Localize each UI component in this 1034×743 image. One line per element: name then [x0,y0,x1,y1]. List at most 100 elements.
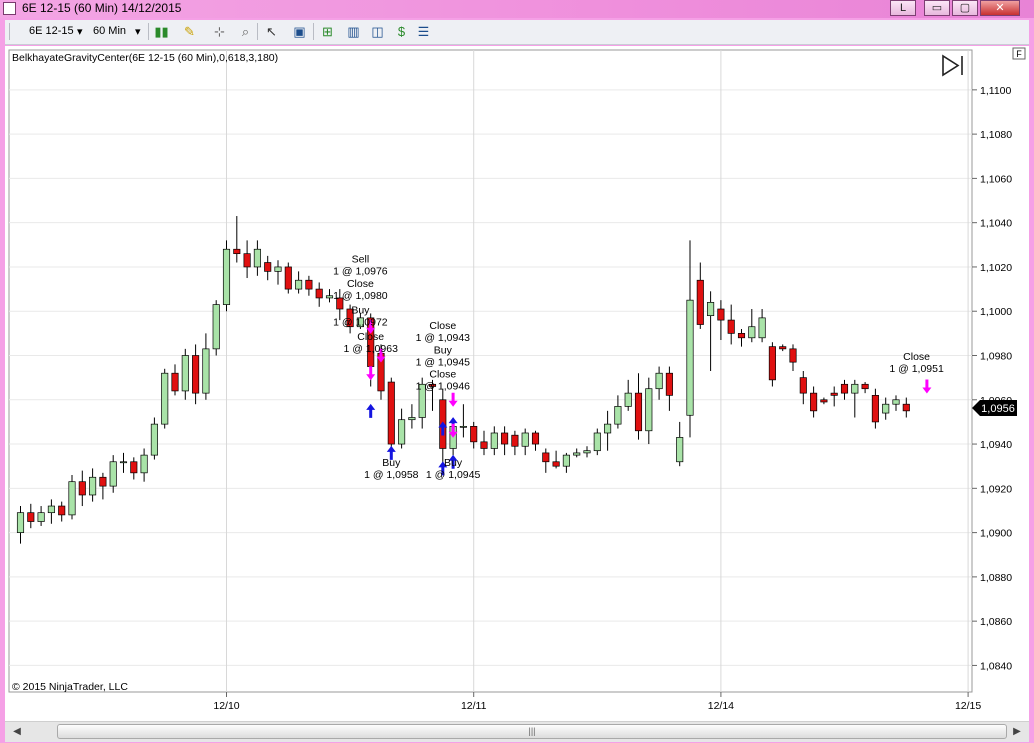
app-icon [3,2,16,15]
candle-body [573,452,581,456]
chart-panel[interactable]: 1,0840 1,0860 1,0880 1,0900 1,0920 1,0940 1,09… [5,46,1029,721]
candle-body [871,395,879,423]
candle-body [181,355,189,392]
pointer-icon[interactable]: ↖ [263,23,280,40]
x-axis: 12/10 12/11 12/14 12/15 [213,692,981,712]
candle-body [305,279,313,290]
candle-body [614,406,622,425]
toolbar-separator [148,23,149,40]
y-tick-label: 1,1000 [980,306,1012,318]
candle-body [192,355,200,394]
dollar-icon[interactable]: $ [393,23,410,40]
trade-annotation: 1 @ 1,0946 [416,381,471,393]
candle-body [624,392,632,407]
candle-body [892,399,900,405]
trade-annotation: Buy [444,457,463,469]
candle-body [387,381,395,445]
window-title: 6E 12-15 (60 Min) 14/12/2015 [22,1,182,15]
candle-body [99,476,107,487]
candle-body [253,248,261,268]
candle-body [212,304,220,350]
x-tick-label: 12/14 [708,700,734,712]
minimize-button[interactable]: ▭ [924,0,950,16]
copyright-label: © 2015 NinjaTrader, LLC [12,681,128,693]
bar-type-icon[interactable]: ▮▮ [153,23,170,40]
candle-body [789,348,797,363]
data-box-icon[interactable]: ▣ [291,23,308,40]
y-tick-label: 1,1020 [980,262,1012,274]
trade-annotation: 1 @ 1,0976 [333,266,388,278]
candle-body [542,452,550,463]
candle-up [212,300,220,356]
properties-icon[interactable]: ☰ [415,23,432,40]
scroll-right-icon[interactable]: ▶ [1009,724,1025,740]
trade-annotation: 1 @ 1,0958 [364,469,419,481]
trade-annotation: 1 @ 1,0945 [426,469,481,481]
candle-up [222,240,231,312]
candle-body [284,266,292,290]
trade-annotation: Close [903,351,930,363]
trade-annotation: Buy [382,457,401,469]
y-tick-label: 1,0860 [980,616,1012,628]
candle-body [264,262,272,272]
indicators-icon[interactable]: ▥ [345,23,362,40]
candle-up [150,417,158,460]
candle-body [676,437,684,463]
horizontal-scrollbar[interactable]: ◀ ||| ▶ [5,721,1029,742]
toolbar-separator [313,23,314,40]
y-tick-label: 1,0940 [980,439,1012,451]
indicator-label: BelkhayateGravityCenter(6E 12-15 (60 Min… [12,52,278,64]
candle-body [851,383,859,394]
interval-selector[interactable]: 60 Min [93,25,126,37]
strategies-icon[interactable]: ◫ [369,23,386,40]
candle-body [531,432,540,445]
price-chart[interactable]: 1,0840 1,0860 1,0880 1,0900 1,0920 1,0940 1,09… [5,46,1029,721]
interval-dropdown-icon[interactable]: ▾ [135,25,141,38]
candle-body [562,454,570,467]
candle-body [820,399,828,403]
candle-body [274,266,282,272]
crosshair-icon[interactable]: ⊹ [211,23,228,40]
trade-annotation: 1 @ 1,0963 [343,343,398,355]
trade-annotation: 1 @ 1,0945 [416,356,471,368]
candle-body [655,372,663,390]
candle-body [768,346,776,381]
maximize-button[interactable]: ▢ [952,0,978,16]
candle-body [707,302,715,317]
zoom-icon[interactable]: ⌕ [237,23,254,40]
candle-body [398,419,406,445]
chart-toolbar: 6E 12-15 ▾ 60 Min ▾ ▮▮ ✎ ⊹ ⌕ ↖ ▣ ⊞ ▥ ◫ $… [5,20,1029,45]
candle-body [16,512,25,533]
instrument-dropdown-icon[interactable]: ▾ [77,25,83,38]
y-tick-label: 1,0900 [980,528,1012,540]
candle-body [748,326,756,339]
candle-body [47,505,55,514]
candle-body [325,295,334,299]
y-tick-label: 1,1060 [980,173,1012,185]
candle-body [89,476,97,496]
y-tick-label: 1,0980 [980,351,1012,363]
candle-down [284,262,292,294]
candle-down [768,342,776,387]
candle-body [830,392,838,396]
trade-annotation: Close [429,320,456,332]
link-button[interactable]: L [890,0,916,16]
candle-body [799,377,807,394]
close-button[interactable]: ✕ [980,0,1020,16]
drawing-pencil-icon[interactable]: ✎ [181,23,198,40]
candle-body [490,432,498,449]
y-tick-label: 1,0920 [980,483,1012,495]
candle-body [501,432,509,445]
last-price-marker: 1,0956 [972,400,1017,416]
instrument-selector[interactable]: 6E 12-15 [29,25,74,37]
chart-trader-icon[interactable]: ⊞ [319,23,336,40]
candle-body [779,346,787,350]
scroll-left-icon[interactable]: ◀ [9,724,25,740]
trade-annotation: Sell [352,254,370,266]
candle-body [459,425,467,428]
candle-body [480,441,488,449]
candle-body [140,454,148,474]
candle-body [27,512,35,522]
y-axis: 1,0840 1,0860 1,0880 1,0900 1,0920 1,0940 1,09… [972,85,1012,672]
scrollbar-thumb[interactable]: ||| [57,724,1007,739]
